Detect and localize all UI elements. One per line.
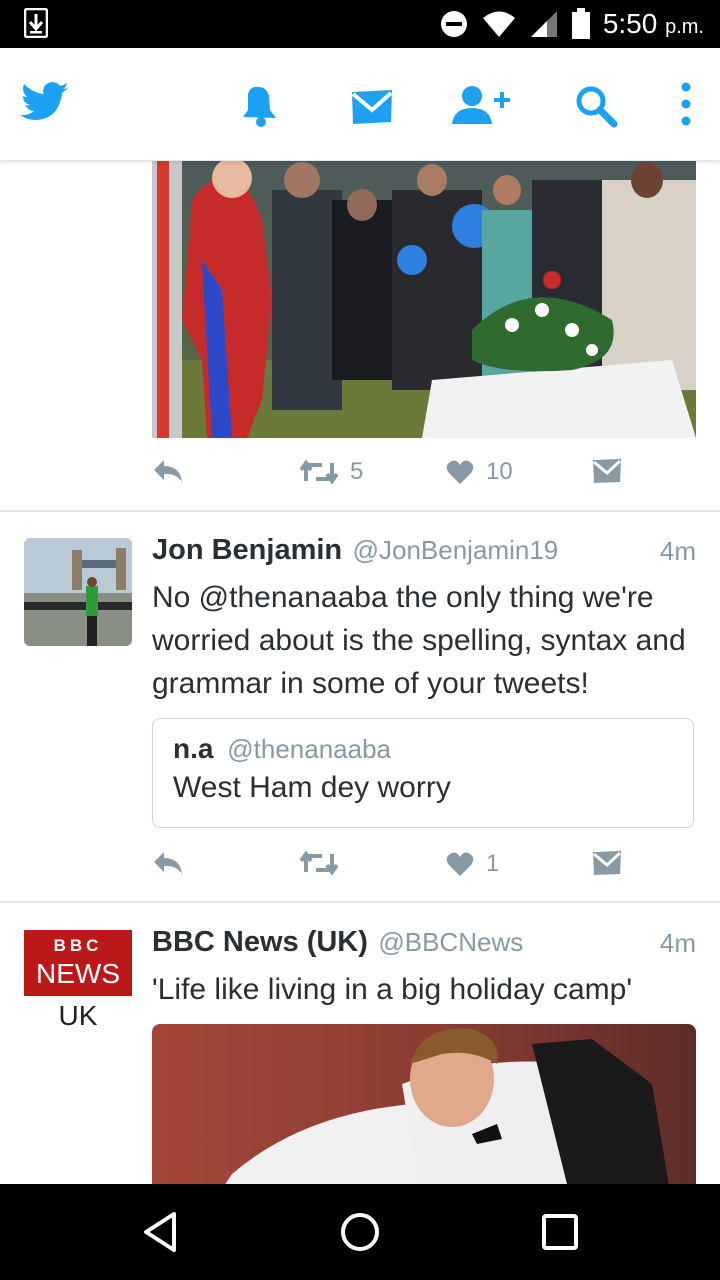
reply-button[interactable] (152, 850, 184, 876)
tweet-timestamp: 4m (659, 928, 696, 958)
recent-apps-icon[interactable] (538, 1210, 582, 1254)
tweet-timestamp: 4m (659, 536, 696, 566)
tweet-text: 'Life like living in a big holiday camp' (152, 973, 633, 1006)
tweet-header: Jon Benjamin @JonBenjamin19 4m (152, 534, 696, 574)
retweet-button[interactable] (300, 850, 350, 876)
like-count: 1 (486, 850, 500, 877)
reply-icon (154, 852, 182, 874)
tweet-actions: 1 (152, 850, 632, 890)
avatar-image (24, 538, 132, 646)
tweet-text: No @thenanaaba the only thing we're worr… (152, 581, 686, 700)
bbc-logo-text: BBC (53, 936, 103, 955)
search-icon[interactable] (574, 84, 618, 128)
signal-icon (530, 11, 557, 37)
tweet-header: BBC News (UK) @BBCNews 4m (152, 926, 696, 966)
twitter-bird-icon[interactable] (20, 82, 70, 124)
author-name[interactable]: BBC News (UK) (152, 926, 368, 958)
battery-icon (571, 8, 590, 39)
heart-icon (446, 460, 474, 484)
status-time-ampm: p.m. (665, 16, 704, 38)
quoted-author-name: n.a (173, 733, 214, 764)
quoted-tweet[interactable]: n.a @thenanaaba West Ham dey worry (152, 718, 694, 828)
like-count: 10 (486, 458, 513, 485)
tweet-actions: 5 10 (152, 458, 632, 498)
tweet-divider (0, 510, 720, 512)
avatar-jon-benjamin[interactable] (24, 538, 132, 646)
tweet-photo-image (152, 1024, 696, 1184)
do-not-disturb-icon (440, 11, 467, 37)
retweet-icon (300, 850, 338, 876)
messages-envelope-icon[interactable] (350, 88, 394, 126)
tweet-photo-funeral[interactable] (152, 160, 696, 438)
like-button[interactable]: 10 (446, 458, 513, 486)
news-logo-text: NEWS (36, 958, 120, 989)
status-bar: 5:50 p.m. (0, 0, 720, 48)
retweet-button[interactable]: 5 (300, 458, 363, 486)
quoted-author-handle: @thenanaaba (227, 734, 392, 764)
top-app-bar (0, 48, 720, 161)
quoted-tweet-text: West Ham dey worry (173, 771, 451, 804)
retweet-count: 5 (350, 458, 364, 485)
author-handle[interactable]: @BBCNews (378, 927, 523, 957)
status-time: 5:50 p.m. (603, 8, 704, 40)
direct-message-icon (593, 459, 622, 483)
system-navigation-bar (0, 1184, 720, 1280)
download-notification-icon (24, 8, 48, 38)
heart-icon (446, 852, 474, 876)
retweet-icon (300, 459, 338, 485)
reply-icon (154, 460, 182, 482)
quoted-tweet-header: n.a @thenanaaba (173, 733, 391, 765)
uk-logo-text: UK (58, 1000, 98, 1031)
author-name[interactable]: Jon Benjamin (152, 534, 342, 566)
direct-message-button[interactable] (592, 850, 622, 876)
author-handle[interactable]: @JonBenjamin19 (353, 535, 559, 565)
tweet-photo-image (152, 160, 696, 438)
direct-message-icon (593, 851, 622, 875)
add-user-icon[interactable] (450, 84, 512, 126)
timeline-feed[interactable]: 5 10 Jon Benjamin @JonBenjamin19 4m No @… (0, 160, 720, 1184)
notifications-bell-icon[interactable] (240, 84, 278, 128)
tweet-photo-snooker[interactable] (152, 1024, 696, 1184)
status-time-value: 5:50 (602, 8, 658, 39)
avatar-bbc-news-uk[interactable]: BBC NEWS UK (24, 930, 132, 1038)
reply-button[interactable] (152, 458, 184, 484)
tweet-divider (0, 901, 720, 903)
like-button[interactable]: 1 (446, 850, 499, 878)
home-icon[interactable] (338, 1210, 382, 1254)
overflow-menu-icon[interactable] (680, 82, 692, 126)
direct-message-button[interactable] (592, 458, 622, 484)
wifi-icon (482, 11, 515, 37)
back-icon[interactable] (140, 1210, 184, 1254)
